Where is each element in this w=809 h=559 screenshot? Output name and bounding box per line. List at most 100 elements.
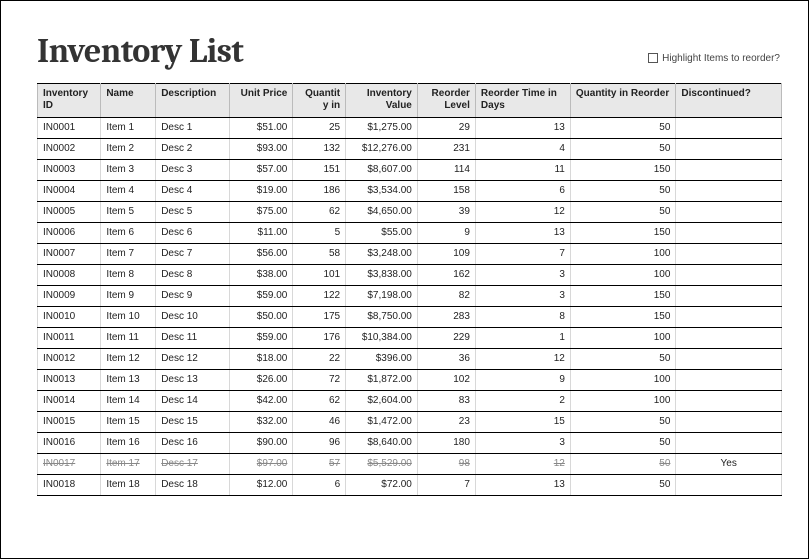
table-row[interactable]: IN0001Item 1Desc 1$51.0025$1,275.0029135…	[38, 118, 782, 139]
cell-rlevel: 114	[417, 160, 475, 181]
cell-desc: Desc 14	[156, 391, 230, 412]
cell-disc	[676, 433, 782, 454]
cell-disc	[676, 139, 782, 160]
cell-price: $56.00	[230, 244, 293, 265]
cell-qty: 62	[293, 202, 346, 223]
cell-rtime: 3	[475, 286, 570, 307]
table-row[interactable]: IN0016Item 16Desc 16$90.0096$8,640.00180…	[38, 433, 782, 454]
cell-price: $59.00	[230, 286, 293, 307]
cell-desc: Desc 15	[156, 412, 230, 433]
cell-rlevel: 109	[417, 244, 475, 265]
cell-price: $19.00	[230, 181, 293, 202]
cell-rlevel: 83	[417, 391, 475, 412]
col-discontinued[interactable]: Discontinued?	[676, 84, 782, 118]
col-inventory-value[interactable]: Inventory Value	[346, 84, 418, 118]
cell-value: $10,384.00	[346, 328, 418, 349]
cell-rqty: 50	[570, 412, 676, 433]
table-row[interactable]: IN0003Item 3Desc 3$57.00151$8,607.001141…	[38, 160, 782, 181]
table-row[interactable]: IN0006Item 6Desc 6$11.005$55.00913150	[38, 223, 782, 244]
cell-desc: Desc 17	[156, 454, 230, 475]
cell-disc	[676, 181, 782, 202]
cell-desc: Desc 10	[156, 307, 230, 328]
cell-desc: Desc 9	[156, 286, 230, 307]
cell-value: $72.00	[346, 475, 418, 496]
table-row[interactable]: IN0013Item 13Desc 13$26.0072$1,872.00102…	[38, 370, 782, 391]
table-row[interactable]: IN0002Item 2Desc 2$93.00132$12,276.00231…	[38, 139, 782, 160]
cell-name: Item 8	[101, 265, 156, 286]
cell-qty: 101	[293, 265, 346, 286]
checkbox-icon	[648, 53, 658, 63]
table-row[interactable]: IN0012Item 12Desc 12$18.0022$396.0036125…	[38, 349, 782, 370]
cell-qty: 175	[293, 307, 346, 328]
col-quantity-reorder[interactable]: Quantity in Reorder	[570, 84, 676, 118]
cell-desc: Desc 7	[156, 244, 230, 265]
cell-price: $51.00	[230, 118, 293, 139]
table-row[interactable]: IN0010Item 10Desc 10$50.00175$8,750.0028…	[38, 307, 782, 328]
cell-value: $55.00	[346, 223, 418, 244]
cell-rqty: 100	[570, 244, 676, 265]
cell-price: $38.00	[230, 265, 293, 286]
table-row[interactable]: IN0017Item 17Desc 17$97.0057$5,529.00981…	[38, 454, 782, 475]
cell-price: $90.00	[230, 433, 293, 454]
cell-id: IN0014	[38, 391, 101, 412]
cell-rlevel: 180	[417, 433, 475, 454]
cell-qty: 151	[293, 160, 346, 181]
table-row[interactable]: IN0018Item 18Desc 18$12.006$72.0071350	[38, 475, 782, 496]
cell-id: IN0013	[38, 370, 101, 391]
cell-rtime: 3	[475, 433, 570, 454]
cell-rtime: 15	[475, 412, 570, 433]
table-row[interactable]: IN0008Item 8Desc 8$38.00101$3,838.001623…	[38, 265, 782, 286]
table-row[interactable]: IN0011Item 11Desc 11$59.00176$10,384.002…	[38, 328, 782, 349]
table-row[interactable]: IN0005Item 5Desc 5$75.0062$4,650.0039125…	[38, 202, 782, 223]
cell-desc: Desc 12	[156, 349, 230, 370]
cell-rqty: 150	[570, 223, 676, 244]
cell-name: Item 7	[101, 244, 156, 265]
cell-rqty: 50	[570, 454, 676, 475]
col-description[interactable]: Description	[156, 84, 230, 118]
cell-qty: 96	[293, 433, 346, 454]
cell-qty: 46	[293, 412, 346, 433]
cell-id: IN0011	[38, 328, 101, 349]
cell-disc	[676, 244, 782, 265]
col-unit-price[interactable]: Unit Price	[230, 84, 293, 118]
cell-disc	[676, 412, 782, 433]
cell-qty: 58	[293, 244, 346, 265]
cell-rqty: 100	[570, 265, 676, 286]
col-inventory-id[interactable]: Inventory ID	[38, 84, 101, 118]
cell-price: $93.00	[230, 139, 293, 160]
table-row[interactable]: IN0015Item 15Desc 15$32.0046$1,472.00231…	[38, 412, 782, 433]
table-row[interactable]: IN0004Item 4Desc 4$19.00186$3,534.001586…	[38, 181, 782, 202]
highlight-checkbox[interactable]: Highlight Items to reorder?	[648, 53, 780, 64]
cell-id: IN0010	[38, 307, 101, 328]
cell-name: Item 1	[101, 118, 156, 139]
cell-desc: Desc 18	[156, 475, 230, 496]
cell-id: IN0008	[38, 265, 101, 286]
cell-rtime: 4	[475, 139, 570, 160]
cell-rtime: 11	[475, 160, 570, 181]
cell-price: $97.00	[230, 454, 293, 475]
cell-value: $7,198.00	[346, 286, 418, 307]
cell-rlevel: 29	[417, 118, 475, 139]
cell-disc	[676, 328, 782, 349]
cell-rtime: 9	[475, 370, 570, 391]
cell-id: IN0009	[38, 286, 101, 307]
cell-rqty: 150	[570, 160, 676, 181]
cell-rlevel: 23	[417, 412, 475, 433]
cell-desc: Desc 6	[156, 223, 230, 244]
table-row[interactable]: IN0014Item 14Desc 14$42.0062$2,604.00832…	[38, 391, 782, 412]
cell-qty: 62	[293, 391, 346, 412]
col-name[interactable]: Name	[101, 84, 156, 118]
col-quantity-stock[interactable]: Quantit y in	[293, 84, 346, 118]
cell-disc	[676, 118, 782, 139]
table-row[interactable]: IN0009Item 9Desc 9$59.00122$7,198.008231…	[38, 286, 782, 307]
cell-rqty: 100	[570, 328, 676, 349]
cell-value: $5,529.00	[346, 454, 418, 475]
col-reorder-time[interactable]: Reorder Time in Days	[475, 84, 570, 118]
cell-desc: Desc 2	[156, 139, 230, 160]
cell-price: $57.00	[230, 160, 293, 181]
table-row[interactable]: IN0007Item 7Desc 7$56.0058$3,248.0010971…	[38, 244, 782, 265]
cell-desc: Desc 5	[156, 202, 230, 223]
cell-value: $3,838.00	[346, 265, 418, 286]
cell-rlevel: 162	[417, 265, 475, 286]
col-reorder-level[interactable]: Reorder Level	[417, 84, 475, 118]
